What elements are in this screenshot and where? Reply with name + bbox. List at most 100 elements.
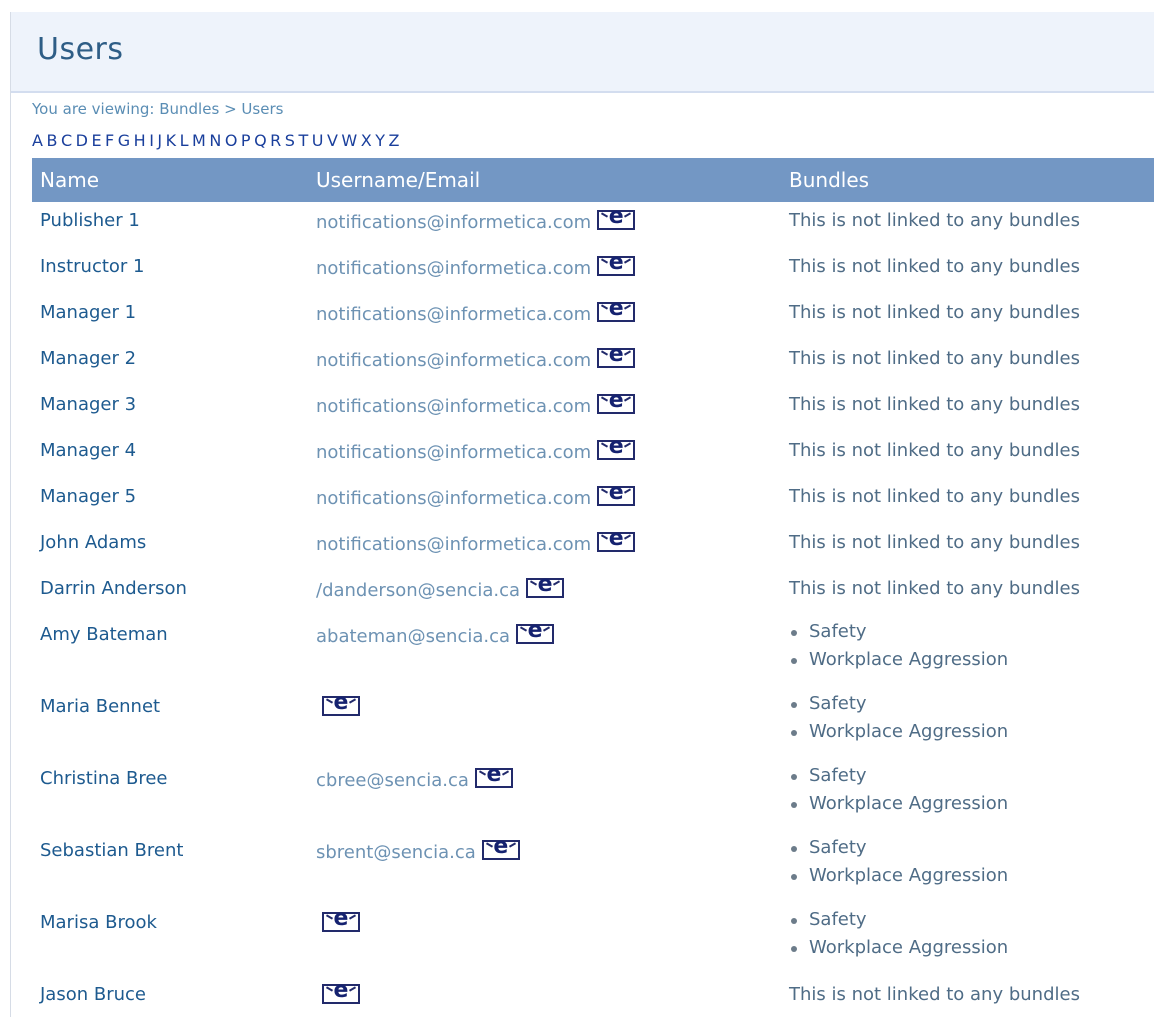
alphabet-letter-x[interactable]: X <box>361 131 372 150</box>
bundle-list-item: Safety <box>789 618 1154 646</box>
user-name-link[interactable]: Jason Bruce <box>32 976 308 1017</box>
user-name-link[interactable]: Instructor 1 <box>32 248 308 294</box>
alphabet-letter-s[interactable]: S <box>285 131 296 150</box>
user-name-link[interactable]: Darrin Anderson <box>32 570 308 616</box>
user-name-link[interactable]: John Adams <box>32 524 308 570</box>
email-icon[interactable]: e <box>597 482 636 506</box>
no-bundles-text: This is not linked to any bundles <box>789 210 1080 231</box>
user-bundles-cell: This is not linked to any bundles <box>781 524 1154 570</box>
email-icon[interactable]: e <box>597 390 636 414</box>
email-icon-glyph: e <box>493 834 509 859</box>
email-icon-glyph: e <box>608 434 624 459</box>
alphabet-letter-a[interactable]: A <box>32 131 43 150</box>
user-name-link[interactable]: Manager 2 <box>32 340 308 386</box>
user-email-text: notifications@informetica.com <box>316 258 592 279</box>
alphabet-letter-w[interactable]: W <box>341 131 357 150</box>
no-bundles-text: This is not linked to any bundles <box>789 394 1080 415</box>
user-email-cell: e <box>308 904 781 976</box>
user-name-link[interactable]: Manager 5 <box>32 478 308 524</box>
email-icon-glyph: e <box>608 296 624 321</box>
table-row: Manager 5 notifications@informetica.com e T… <box>32 478 1154 524</box>
email-icon[interactable]: e <box>597 436 636 460</box>
user-email-text: /danderson@sencia.ca <box>316 580 521 601</box>
user-email-cell: notifications@informetica.com e <box>308 386 781 432</box>
user-name-link[interactable]: Sebastian Brent <box>32 832 308 904</box>
alphabet-letter-o[interactable]: O <box>225 131 238 150</box>
user-email-cell: notifications@informetica.com e <box>308 432 781 478</box>
email-icon-glyph: e <box>333 978 349 1003</box>
email-icon[interactable]: e <box>526 574 565 598</box>
user-name-link[interactable]: Christina Bree <box>32 760 308 832</box>
email-icon[interactable]: e <box>322 908 360 932</box>
alphabet-letter-h[interactable]: H <box>134 131 147 150</box>
alphabet-letter-k[interactable]: K <box>166 131 177 150</box>
alphabet-letter-y[interactable]: Y <box>375 131 385 150</box>
email-icon[interactable]: e <box>516 620 555 644</box>
alphabet-letter-v[interactable]: V <box>327 131 338 150</box>
user-bundles-cell: This is not linked to any bundles <box>781 386 1154 432</box>
email-icon-glyph: e <box>608 342 624 367</box>
alphabet-index: ABCDEFGHIJKLMNOPQRSTUVWXYZ <box>32 131 403 150</box>
user-email-cell: notifications@informetica.com e <box>308 524 781 570</box>
user-email-cell: abateman@sencia.ca e <box>308 616 781 688</box>
user-bundles-cell: This is not linked to any bundles <box>781 976 1154 1017</box>
page-header: Users <box>11 12 1154 93</box>
breadcrumb-link-bundles[interactable]: Bundles <box>159 100 219 118</box>
alphabet-letter-j[interactable]: J <box>157 131 162 150</box>
alphabet-letter-u[interactable]: U <box>312 131 324 150</box>
user-email-cell: e <box>308 976 781 1017</box>
bundle-list-item: Safety <box>789 834 1154 862</box>
table-row: Amy Bateman abateman@sencia.ca e Safety Work… <box>32 616 1154 688</box>
column-header-name[interactable]: Name <box>32 158 308 202</box>
user-email-text: notifications@informetica.com <box>316 396 592 417</box>
email-icon-glyph: e <box>537 572 553 597</box>
user-name-link[interactable]: Amy Bateman <box>32 616 308 688</box>
user-name-link[interactable]: Manager 4 <box>32 432 308 478</box>
email-icon[interactable]: e <box>474 764 513 788</box>
table-row: Manager 2 notifications@informetica.com e T… <box>32 340 1154 386</box>
user-name-link[interactable]: Publisher 1 <box>32 202 308 248</box>
bundle-list-item: Workplace Aggression <box>789 934 1154 962</box>
email-icon[interactable]: e <box>597 344 636 368</box>
alphabet-letter-e[interactable]: E <box>91 131 102 150</box>
alphabet-letter-r[interactable]: R <box>270 131 282 150</box>
alphabet-letter-m[interactable]: M <box>192 131 206 150</box>
breadcrumb-link-users[interactable]: Users <box>241 100 283 118</box>
user-bundles-cell: This is not linked to any bundles <box>781 294 1154 340</box>
user-name-link[interactable]: Marisa Brook <box>32 904 308 976</box>
table-row: Publisher 1 notifications@informetica.com… <box>32 202 1154 248</box>
alphabet-letter-p[interactable]: P <box>241 131 251 150</box>
email-icon[interactable]: e <box>597 298 636 322</box>
alphabet-letter-z[interactable]: Z <box>388 131 399 150</box>
column-header-username-email[interactable]: Username/Email <box>308 158 781 202</box>
email-icon[interactable]: e <box>597 528 636 552</box>
email-icon[interactable]: e <box>322 692 360 716</box>
table-row: Instructor 1 notifications@informetica.co… <box>32 248 1154 294</box>
alphabet-letter-t[interactable]: T <box>298 131 308 150</box>
user-name-link[interactable]: Maria Bennet <box>32 688 308 760</box>
email-icon[interactable]: e <box>322 980 360 1004</box>
breadcrumb: You are viewing: Bundles > Users <box>32 100 283 118</box>
alphabet-letter-f[interactable]: F <box>105 131 115 150</box>
bundle-list-item: Workplace Aggression <box>789 862 1154 890</box>
alphabet-letter-b[interactable]: B <box>46 131 57 150</box>
email-icon[interactable]: e <box>481 836 520 860</box>
alphabet-letter-g[interactable]: G <box>118 131 131 150</box>
email-icon[interactable]: e <box>597 206 636 230</box>
breadcrumb-separator: > <box>224 100 237 118</box>
alphabet-letter-n[interactable]: N <box>209 131 221 150</box>
table-row: Manager 3 notifications@informetica.com e T… <box>32 386 1154 432</box>
column-header-bundles[interactable]: Bundles <box>781 158 1154 202</box>
user-bundles-cell: Safety Workplace Aggression <box>781 616 1154 688</box>
user-name-link[interactable]: Manager 1 <box>32 294 308 340</box>
user-name-link[interactable]: Manager 3 <box>32 386 308 432</box>
table-row: John Adams notifications@informetica.com e… <box>32 524 1154 570</box>
alphabet-letter-l[interactable]: L <box>180 131 189 150</box>
alphabet-letter-q[interactable]: Q <box>254 131 267 150</box>
user-bundles-cell: This is not linked to any bundles <box>781 432 1154 478</box>
email-icon[interactable]: e <box>597 252 636 276</box>
alphabet-letter-i[interactable]: I <box>149 131 154 150</box>
alphabet-letter-d[interactable]: D <box>76 131 89 150</box>
alphabet-letter-c[interactable]: C <box>61 131 73 150</box>
email-icon-glyph: e <box>608 204 624 229</box>
